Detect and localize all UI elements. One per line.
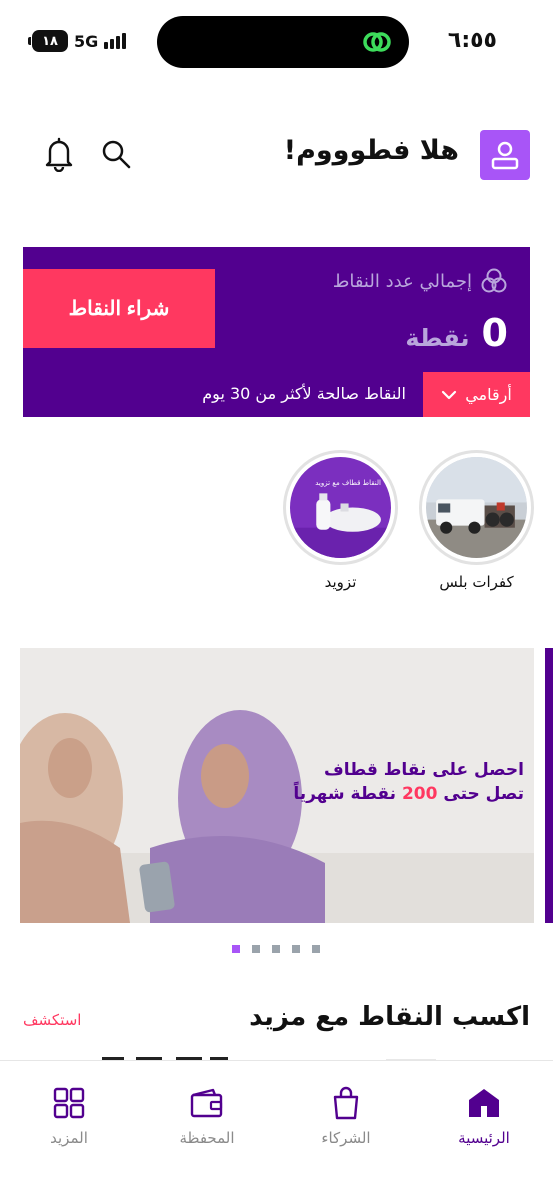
greeting-title: هلا فطوووم! <box>283 135 459 166</box>
partner-name: كفرات بلس <box>439 573 514 591</box>
carousel-dot[interactable] <box>272 945 280 953</box>
gas-tank-image: النقاط قطاف مع تزويد <box>290 457 391 558</box>
wallet-icon <box>187 1083 227 1123</box>
banner-headline: احصل على نقاط قطاف <box>324 760 524 780</box>
points-total-value: 0 <box>481 311 508 355</box>
banner-subline-prefix: تصل حتى <box>443 784 524 804</box>
battery-level: ١٨ <box>42 33 58 49</box>
carousel-dot[interactable] <box>252 945 260 953</box>
nav-wallet-label: المحفظة <box>179 1129 235 1147</box>
banner-points-amount: 200 <box>401 784 438 804</box>
clock: ٦:٥٥ <box>447 28 497 53</box>
link-app-icon <box>361 28 393 60</box>
buy-points-button[interactable]: شراء النقاط <box>23 269 215 348</box>
points-value-row: 0 نقطة <box>405 311 508 355</box>
dynamic-island <box>157 16 409 68</box>
carousel-indicators <box>232 945 320 953</box>
search-button[interactable] <box>97 135 135 173</box>
profile-button[interactable] <box>480 130 530 180</box>
app-header: هلا فطوووم! <box>0 118 553 190</box>
status-bar: ١٨ 5G ٦:٥٥ <box>0 0 553 86</box>
nav-more[interactable]: المزيد <box>14 1083 124 1147</box>
nav-partners[interactable]: الشركاء <box>291 1083 401 1147</box>
next-banner-peek[interactable] <box>545 648 553 923</box>
section-cards-peek <box>0 1050 553 1060</box>
status-indicators: ١٨ 5G <box>28 30 127 52</box>
home-icon <box>464 1083 504 1123</box>
points-unit: نقطة <box>405 324 470 352</box>
nav-home[interactable]: الرئيسية <box>429 1083 539 1147</box>
signal-icon <box>104 33 127 49</box>
carousel-dot[interactable] <box>232 945 240 953</box>
partner-image-caption: النقاط قطاف مع تزويد <box>315 479 381 487</box>
partner-tazweed[interactable]: النقاط قطاف مع تزويد تزويد <box>283 450 398 591</box>
chevron-down-icon <box>442 390 457 399</box>
carousel-dot[interactable] <box>312 945 320 953</box>
nav-more-label: المزيد <box>50 1129 88 1147</box>
search-icon <box>102 140 131 169</box>
partner-name: تزويد <box>324 573 357 591</box>
tire-truck-image <box>426 457 527 558</box>
user-icon <box>491 141 519 170</box>
section-title: اكسب النقاط مع مزيد <box>249 1002 530 1032</box>
shopping-bag-icon <box>326 1083 366 1123</box>
banner-subline: تصل حتى 200 نقطة شهرياً <box>293 784 524 804</box>
nav-home-label: الرئيسية <box>458 1129 510 1147</box>
points-validity-text: النقاط صالحة لأكثر من 30 يوم <box>202 384 406 403</box>
promo-banner[interactable]: احصل على نقاط قطاف تصل حتى 200 نقطة شهري… <box>20 648 534 923</box>
nav-partners-label: الشركاء <box>321 1129 371 1147</box>
bottom-navigation: الرئيسية الشركاء المحفظة المزيد <box>0 1060 553 1200</box>
banner-subline-suffix: نقطة شهرياً <box>293 784 397 804</box>
notifications-button[interactable] <box>40 135 78 173</box>
bell-icon <box>45 137 73 172</box>
network-type: 5G <box>74 31 99 51</box>
explore-link[interactable]: استكشف <box>23 1011 81 1029</box>
points-coins-icon <box>481 268 507 293</box>
partner-logo-circle <box>419 450 534 565</box>
banner-text: احصل على نقاط قطاف تصل حتى 200 نقطة شهري… <box>293 760 524 804</box>
points-footer: أرقامي النقاط صالحة لأكثر من 30 يوم <box>23 372 530 417</box>
partner-logo-circle: النقاط قطاف مع تزويد <box>283 450 398 565</box>
my-numbers-dropdown[interactable]: أرقامي <box>423 372 530 417</box>
nav-wallet[interactable]: المحفظة <box>152 1083 262 1147</box>
my-numbers-label: أرقامي <box>465 385 512 404</box>
points-label-row: إجمالي عدد النقاط <box>333 267 508 295</box>
partner-kafrat-plus[interactable]: كفرات بلس <box>419 450 534 591</box>
grid-icon <box>49 1083 89 1123</box>
points-total-label: إجمالي عدد النقاط <box>332 270 472 292</box>
points-card: إجمالي عدد النقاط 0 نقطة شراء النقاط أرق… <box>23 247 530 417</box>
battery-icon: ١٨ <box>28 30 68 52</box>
carousel-dot[interactable] <box>292 945 300 953</box>
